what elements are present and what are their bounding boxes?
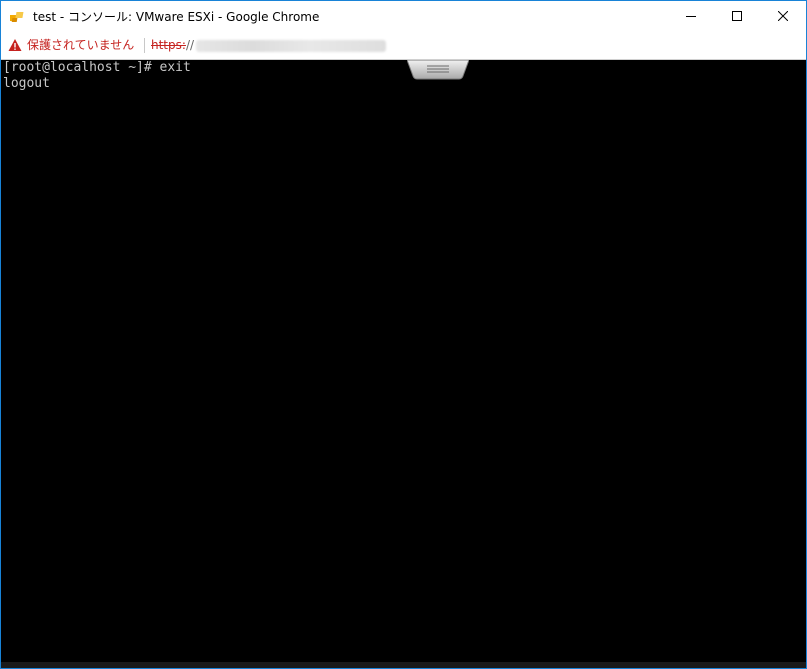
console-bottom-edge	[1, 662, 806, 668]
address-bar[interactable]: 保護されていません https://	[1, 32, 806, 60]
minimize-icon	[686, 16, 696, 17]
maximize-icon	[732, 11, 742, 21]
close-button[interactable]	[760, 1, 806, 32]
console-toolbar-handle[interactable]	[406, 59, 470, 80]
console-line: [root@localhost ~]# exit	[3, 60, 191, 75]
url-slash: //	[185, 38, 195, 52]
warning-triangle-icon[interactable]	[8, 38, 22, 52]
remote-console-screen[interactable]: [root@localhost ~]# exit logout	[1, 59, 806, 668]
close-icon	[778, 11, 788, 21]
url-text[interactable]: https://	[151, 37, 387, 53]
title-bar[interactable]: test - コンソール: VMware ESXi - Google Chrom…	[1, 1, 806, 32]
url-scheme: https:	[151, 38, 186, 52]
minimize-button[interactable]	[668, 1, 714, 32]
url-host-redacted	[196, 39, 387, 52]
vmware-app-icon	[8, 9, 26, 25]
browser-window: test - コンソール: VMware ESXi - Google Chrom…	[0, 0, 807, 669]
security-status-label[interactable]: 保護されていません	[27, 37, 134, 53]
window-title: test - コンソール: VMware ESXi - Google Chrom…	[33, 10, 320, 24]
console-line: logout	[3, 76, 50, 91]
grip-handle-icon	[406, 59, 470, 80]
address-separator	[144, 38, 145, 53]
maximize-button[interactable]	[714, 1, 760, 32]
